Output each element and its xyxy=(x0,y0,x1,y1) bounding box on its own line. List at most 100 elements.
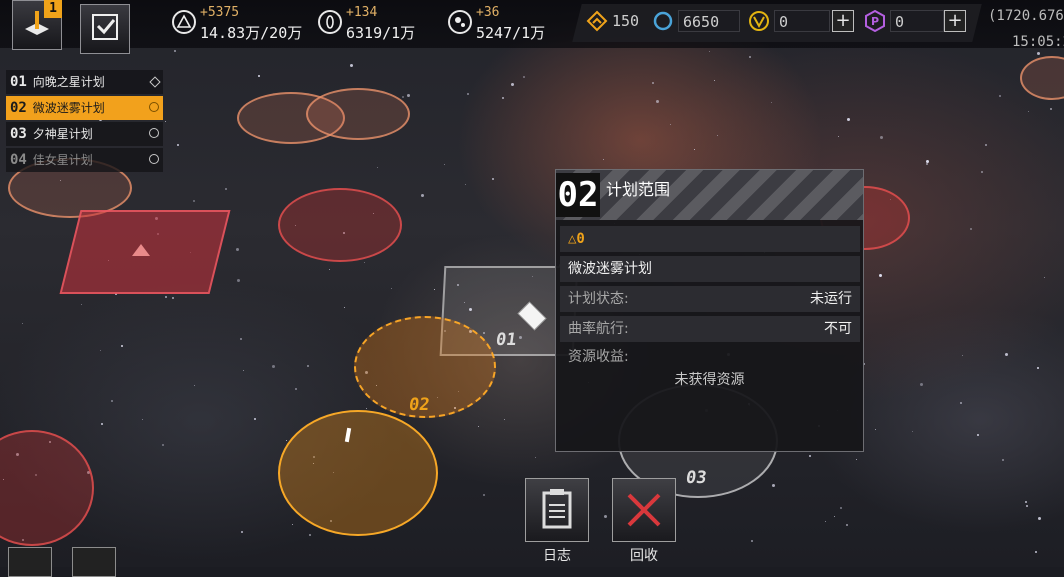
star xyxy=(366,408,367,409)
star xyxy=(856,459,857,460)
star xyxy=(880,136,883,139)
plan-level: △0 xyxy=(568,231,585,247)
rank-chevron-icon xyxy=(586,10,608,32)
star xyxy=(194,385,195,386)
star xyxy=(402,96,404,98)
star xyxy=(809,455,811,457)
warp-value: 不可 xyxy=(824,321,852,337)
plan-item-04[interactable]: 04 佳女星计划 xyxy=(6,148,163,172)
star xyxy=(243,370,244,371)
star xyxy=(165,121,166,122)
p-value: 0 xyxy=(890,10,944,32)
plan-number: 03 xyxy=(10,126,27,142)
zone-02-outer-circle[interactable] xyxy=(278,410,438,536)
star xyxy=(970,228,972,230)
currency-v[interactable]: 0 xyxy=(748,10,832,34)
plan-list: 01 向晚之星计划 02 微波迷雾计划 03 夕神星计划 04 佳女星计划 xyxy=(6,70,163,174)
star xyxy=(504,419,505,420)
deuterium-delta: +36 xyxy=(476,5,500,20)
star xyxy=(295,388,297,390)
clock: 15:05:28 xyxy=(1012,34,1064,50)
resource-metal[interactable]: +5375 14.83万/20万 xyxy=(172,4,302,44)
star xyxy=(240,338,242,340)
star xyxy=(834,516,835,517)
star xyxy=(604,515,607,518)
popup-plan-name-row: 微波迷雾计划 xyxy=(560,256,860,282)
star xyxy=(467,93,469,95)
star xyxy=(847,118,850,121)
star xyxy=(193,200,195,202)
recall-button[interactable] xyxy=(612,478,676,542)
bottom-left-tool-1[interactable] xyxy=(8,547,52,577)
star xyxy=(652,82,654,84)
v-coin-icon xyxy=(749,11,769,31)
crystal-delta: +134 xyxy=(346,5,378,20)
zone-circle[interactable] xyxy=(306,88,410,140)
star xyxy=(22,323,23,324)
star xyxy=(286,440,287,441)
plan-item-01[interactable]: 01 向晚之星计划 xyxy=(6,70,163,94)
star xyxy=(391,288,392,289)
status-label: 计划状态: xyxy=(568,291,629,307)
star xyxy=(329,269,330,270)
resource-deuterium[interactable]: +36 5247/1万 xyxy=(448,4,558,44)
plan-range-popup: 02 计划范围 △0 微波迷雾计划 计划状态: 未运行 曲率航行: 不可 资源收… xyxy=(555,169,864,452)
star xyxy=(307,365,309,367)
star xyxy=(920,383,923,386)
star xyxy=(121,345,123,347)
task-checklist-button[interactable] xyxy=(80,4,130,54)
checklist-icon xyxy=(92,14,118,40)
enemy-marker-icon xyxy=(132,244,150,256)
star xyxy=(772,484,775,487)
currency-p[interactable]: P 0 xyxy=(864,9,944,34)
star xyxy=(1037,367,1039,369)
add-p-coin-button[interactable]: + xyxy=(944,10,966,32)
rank-value: 150 xyxy=(612,12,640,30)
svg-text:P: P xyxy=(871,15,879,28)
star xyxy=(670,124,671,125)
star xyxy=(309,534,311,536)
mission-badge: 1 xyxy=(44,0,62,18)
plan-item-03[interactable]: 03 夕神星计划 xyxy=(6,122,163,146)
star xyxy=(1002,459,1004,461)
currency-g[interactable]: 6650 xyxy=(652,10,742,34)
star xyxy=(81,304,82,305)
star xyxy=(1037,52,1040,55)
plan-name: 向晚之星计划 xyxy=(32,75,105,89)
popup-plan-name: 微波迷雾计划 xyxy=(568,261,652,277)
plan-status-icon xyxy=(149,128,159,138)
star xyxy=(407,94,410,97)
star xyxy=(1050,108,1052,110)
star xyxy=(694,149,695,150)
star xyxy=(749,56,751,58)
log-label: 日志 xyxy=(543,548,571,564)
log-button[interactable] xyxy=(525,478,589,542)
g-coin-icon xyxy=(653,11,673,31)
resource-crystal[interactable]: +134 6319/1万 xyxy=(318,4,428,44)
bottom-left-tool-2[interactable] xyxy=(72,547,116,577)
zone-02-label: 02 xyxy=(407,395,431,415)
star xyxy=(771,102,772,103)
star xyxy=(962,355,963,356)
zone-circle[interactable] xyxy=(278,188,402,262)
v-value: 0 xyxy=(774,10,830,32)
star xyxy=(421,194,424,197)
currency-rank[interactable]: 150 xyxy=(586,10,646,34)
star xyxy=(465,184,466,185)
star xyxy=(656,100,659,103)
star xyxy=(236,248,239,251)
star xyxy=(478,426,479,427)
star xyxy=(511,83,514,86)
plan-name: 微波迷雾计划 xyxy=(32,101,105,115)
popup-header: 02 计划范围 xyxy=(556,170,863,220)
plan-name: 夕神星计划 xyxy=(32,127,93,141)
popup-warp-row: 曲率航行: 不可 xyxy=(560,316,860,342)
star xyxy=(1028,111,1029,112)
clipboard-icon xyxy=(542,489,572,529)
star xyxy=(162,444,164,446)
zone-circle[interactable] xyxy=(1020,56,1064,100)
add-v-coin-button[interactable]: + xyxy=(832,10,854,32)
plan-item-02[interactable]: 02 微波迷雾计划 xyxy=(6,96,163,120)
zone-circle[interactable] xyxy=(0,430,94,546)
star xyxy=(101,423,103,425)
